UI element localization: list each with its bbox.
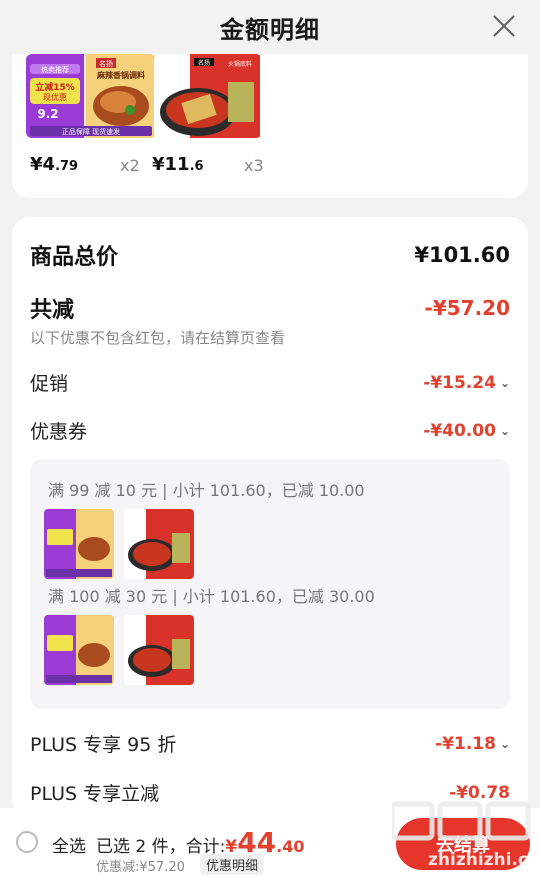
coupon-rule-2: 满 100 减 30 元 | 小计 101.60，已减 30.00 <box>48 587 375 606</box>
plus-reduce-value: -¥0.78 <box>449 782 510 803</box>
product-image-1[interactable]: 热卖推荐 立减15% 现优惠 9.2 名扬 麻辣香锅调料 正品保障 现货速发 <box>26 54 156 138</box>
select-all-radio[interactable] <box>16 831 38 853</box>
plus95-value: -¥1.18 <box>435 733 496 754</box>
plus95-label: PLUS 专享 95 折 <box>30 734 177 756</box>
plus-reduce-label: PLUS 专享立减 <box>30 783 160 805</box>
svg-text:9.2: 9.2 <box>37 107 58 121</box>
close-icon[interactable] <box>490 12 518 40</box>
product-1-illustration: 热卖推荐 立减15% 现优惠 9.2 名扬 麻辣香锅调料 正品保障 现货速发 <box>26 54 156 138</box>
total-price-label: 商品总价 <box>30 245 119 270</box>
svg-text:名扬: 名扬 <box>99 59 113 68</box>
saved-amount: 优惠减:¥57.20 <box>96 860 185 875</box>
product-list-card: 热卖推荐 立减15% 现优惠 9.2 名扬 麻辣香锅调料 正品保障 现货速发 名… <box>12 54 528 198</box>
product-2-illustration: 名扬 火锅底料 <box>154 54 262 138</box>
svg-text:热卖推荐: 热卖推荐 <box>41 65 69 74</box>
total-price-row: 商品总价 ¥101.60 <box>30 239 510 271</box>
page-title: 金额明细 <box>220 15 320 44</box>
total-reduce-value: -¥57.20 <box>424 296 510 320</box>
promo-value: -¥15.24 <box>423 372 496 393</box>
coupon-1-product-image-1 <box>44 509 114 579</box>
coupon-2-product-image-1 <box>44 615 114 685</box>
svg-text:立减15%: 立减15% <box>35 81 75 93</box>
plus-reduce-row: PLUS 专享立减 -¥0.78 <box>30 779 510 806</box>
svg-text:麻辣香锅调料: 麻辣香锅调料 <box>96 70 145 80</box>
product-price-2: ¥11.6 <box>152 154 204 175</box>
svg-text:火锅底料: 火锅底料 <box>228 60 252 68</box>
coupon-1-product-image-2 <box>124 509 194 579</box>
header: 金额明细 <box>0 0 540 54</box>
amount-detail-card: 商品总价 ¥101.60 共减 -¥57.20 以下优惠不包含红包，请在结算页查… <box>12 217 528 817</box>
promo-row[interactable]: 促销 -¥15.24 ⌄ <box>30 369 510 396</box>
total-reduce-row: 共减 -¥57.20 <box>30 292 510 324</box>
product-image-2[interactable]: 名扬 火锅底料 <box>154 54 262 138</box>
product-price-1: ¥4.79 <box>30 154 79 175</box>
product-qty-1: x2 <box>120 156 140 175</box>
svg-text:现优惠: 现优惠 <box>43 92 67 102</box>
plus95-row[interactable]: PLUS 专享 95 折 -¥1.18 ⌄ <box>30 730 510 757</box>
total-reduce-label: 共减 <box>30 298 75 323</box>
coupon-row[interactable]: 优惠券 -¥40.00 ⌄ <box>30 417 510 444</box>
coupon-label: 优惠券 <box>30 421 88 443</box>
coupon-rule-1: 满 99 减 10 元 | 小计 101.60，已减 10.00 <box>48 481 365 500</box>
chevron-down-icon[interactable]: ⌄ <box>500 737 510 751</box>
chevron-down-icon[interactable]: ⌄ <box>500 376 510 390</box>
promo-label: 促销 <box>30 373 69 395</box>
watermark-text: zhizhizhi.com <box>428 850 540 870</box>
product-qty-2: x3 <box>244 156 264 175</box>
discount-detail-link[interactable]: 优惠明细 <box>200 854 265 875</box>
svg-text:正品保障 现货速发: 正品保障 现货速发 <box>62 127 120 136</box>
coupon-value: -¥40.00 <box>423 420 496 441</box>
svg-text:名扬: 名扬 <box>198 59 210 67</box>
discount-note: 以下优惠不包含红包，请在结算页查看 <box>30 329 286 347</box>
selected-summary: 已选 2 件，合计: ¥44.40 <box>96 826 305 859</box>
coupon-2-product-image-2 <box>124 615 194 685</box>
total-price-value: ¥101.60 <box>414 243 510 267</box>
chevron-up-icon[interactable]: ⌄ <box>500 424 510 438</box>
select-all-label[interactable]: 全选 <box>52 832 86 857</box>
coupon-detail-box: 满 99 减 10 元 | 小计 101.60，已减 10.00 满 100 减… <box>30 459 510 709</box>
